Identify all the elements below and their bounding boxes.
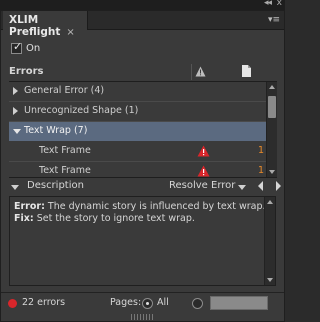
window-close-icon[interactable]: x [277, 0, 282, 8]
tab-label: XLIM Preflight [9, 14, 61, 38]
description-scrollbar[interactable] [264, 197, 275, 285]
column-divider[interactable] [191, 64, 192, 80]
description-toggle-icon[interactable] [11, 185, 19, 190]
pages-all-label[interactable]: All [157, 297, 169, 308]
scroll-up-icon[interactable] [267, 200, 273, 204]
previous-error-icon[interactable] [258, 181, 263, 191]
errors-list-scrollbar[interactable] [266, 82, 277, 177]
scroll-up-icon[interactable] [269, 85, 275, 89]
tab-xlim-preflight[interactable]: XLIM Preflight × [3, 11, 88, 38]
on-checkbox-label: On [26, 43, 41, 54]
tab-close-icon[interactable]: × [66, 27, 74, 38]
list-item-unrecognized-shape[interactable]: Unrecognized Shape (1) [9, 102, 266, 121]
description-box: Error: The dynamic story is influenced b… [9, 196, 276, 286]
error-count[interactable]: 22 errors [22, 297, 65, 308]
scrollbar-thumb[interactable] [268, 96, 276, 118]
pages-all-radio[interactable] [142, 298, 153, 309]
resolve-dropdown-icon[interactable] [238, 185, 246, 190]
errors-list: General Error (4) Unrecognized Shape (1)… [9, 81, 277, 178]
list-item-text-frame[interactable]: Text Frame 1 [9, 142, 266, 161]
error-text: The dynamic story is influenced by text … [44, 201, 266, 212]
checkmark-icon: ✓ [13, 40, 23, 53]
scroll-down-icon[interactable] [269, 170, 275, 174]
description-label[interactable]: Description [27, 180, 84, 191]
pages-label: Pages: [110, 297, 142, 308]
error-description: Error: The dynamic story is influenced b… [14, 201, 266, 212]
list-item-label: General Error (4) [24, 85, 105, 96]
status-indicator-icon [8, 299, 17, 308]
list-item-text-wrap[interactable]: Text Wrap (7) [9, 122, 266, 141]
expand-triangle-icon[interactable] [13, 87, 18, 95]
panel-tabbar: XLIM Preflight × ▾≡ [1, 11, 284, 38]
errors-title: Errors [9, 66, 44, 77]
list-item-label: Text Frame [39, 145, 91, 156]
warning-icon [197, 165, 210, 177]
pages-range-input[interactable] [210, 296, 268, 310]
fix-text: Set the story to ignore text wrap. [33, 213, 195, 224]
list-item-label: Text Frame [39, 165, 91, 176]
window-topbar: ◂◂ x [0, 0, 285, 10]
fix-label: Fix: [14, 213, 34, 224]
warning-column-icon[interactable] [195, 66, 206, 77]
error-label: Error: [14, 201, 45, 212]
next-error-icon[interactable] [276, 181, 281, 191]
list-item-general-error[interactable]: General Error (4) [9, 82, 266, 101]
panel-footer: 22 errors Pages: All [1, 292, 284, 312]
resolve-error-button[interactable]: Resolve Error [169, 180, 235, 191]
warning-icon [197, 145, 210, 157]
collapse-icon[interactable]: ◂◂ [264, 0, 272, 8]
description-bar: Description Resolve Error [1, 177, 284, 195]
errors-header: Errors [1, 64, 284, 80]
preflight-panel: XLIM Preflight × ▾≡ ✓ On Errors General E… [0, 10, 285, 322]
list-item-label: Unrecognized Shape (1) [24, 105, 139, 116]
panel-menu-icon[interactable]: ▾≡ [268, 15, 280, 25]
resize-grip[interactable] [131, 314, 155, 320]
page-number-link[interactable]: 1 [258, 145, 264, 156]
expand-triangle-icon[interactable] [13, 107, 18, 115]
fix-description: Fix: Set the story to ignore text wrap. [14, 213, 195, 224]
pages-range-radio[interactable] [192, 298, 203, 309]
scroll-down-icon[interactable] [267, 278, 273, 282]
collapse-triangle-icon[interactable] [13, 129, 21, 134]
list-item-label: Text Wrap (7) [24, 125, 88, 136]
page-number-link[interactable]: 1 [258, 165, 264, 176]
page-column-icon[interactable] [242, 65, 251, 77]
on-checkbox[interactable]: ✓ [11, 40, 23, 54]
on-checkbox-row[interactable]: ✓ On [11, 40, 41, 54]
